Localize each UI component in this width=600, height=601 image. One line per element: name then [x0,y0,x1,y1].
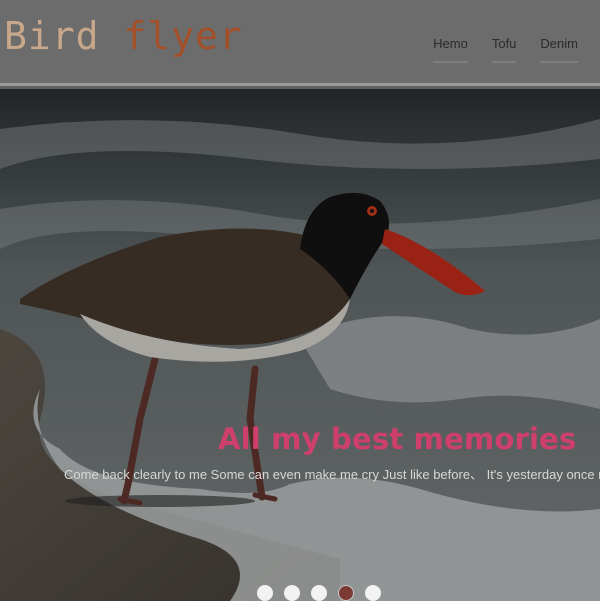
carousel-dots [257,585,381,601]
nav-item-tofu[interactable]: Tofu [491,36,516,63]
brand-logo[interactable]: Bird flyer [4,14,243,58]
carousel-dot[interactable] [365,585,381,601]
nav-item-denim[interactable]: Denim [540,36,578,63]
main-nav: Hemo Tofu Denim [433,36,600,63]
carousel-dot-active[interactable] [338,585,354,601]
brand-word-flyer: flyer [123,14,243,58]
hero-carousel: All my best memories Come back clearly t… [0,89,600,601]
hero-subline: Come back clearly to me Some can even ma… [64,467,600,482]
brand-word-bird: Bird [4,14,100,58]
site-header: Bird flyer Hemo Tofu Denim [0,0,600,86]
carousel-dot[interactable] [284,585,300,601]
carousel-dot[interactable] [257,585,273,601]
nav-item-hemo[interactable]: Hemo [433,36,468,63]
carousel-dot[interactable] [311,585,327,601]
hero-headline: All my best memories [218,422,577,456]
hero-dim-overlay [0,89,600,601]
